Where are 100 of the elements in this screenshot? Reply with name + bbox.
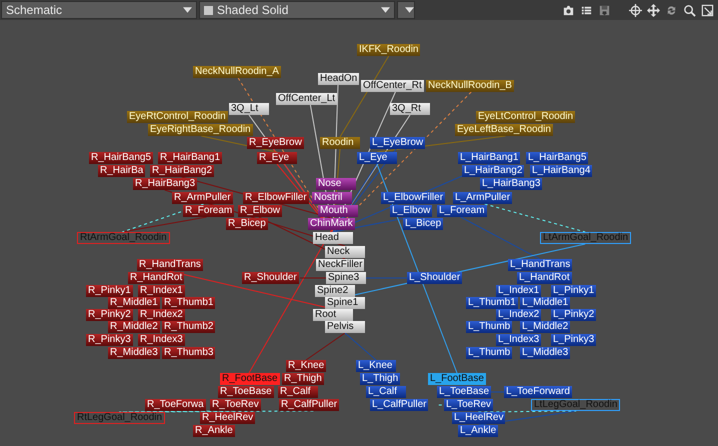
schematic-node[interactable]: L_ToeRev	[444, 399, 494, 411]
schematic-node[interactable]: R_Thumb2	[162, 321, 216, 333]
camera-icon[interactable]	[562, 4, 575, 16]
schematic-node[interactable]: R_Middle3	[108, 347, 160, 359]
schematic-node[interactable]: L_Index2	[496, 309, 542, 321]
schematic-node[interactable]: Nose	[316, 178, 356, 190]
schematic-node[interactable]: R_Knee	[286, 360, 326, 372]
schematic-node[interactable]: R_Elbow	[238, 205, 282, 217]
schematic-node[interactable]: R_HairBa	[98, 165, 146, 177]
schematic-node[interactable]: R_EyeBrow	[247, 137, 304, 149]
schematic-node[interactable]: L_ArmPuller	[453, 192, 512, 204]
schematic-node[interactable]: L_HairBang4	[530, 165, 592, 177]
schematic-node[interactable]: R_Middle2	[108, 321, 160, 333]
schematic-node[interactable]: R_HairBang5	[89, 152, 154, 164]
schematic-node[interactable]: R_Eye	[257, 152, 297, 164]
schematic-node[interactable]: R_HairBang1	[158, 152, 222, 164]
schematic-node[interactable]: R_Pinky1	[86, 285, 133, 297]
schematic-node[interactable]: L_Index1	[496, 285, 542, 297]
schematic-node[interactable]: L_HandTrans	[508, 259, 572, 271]
schematic-node[interactable]: 3Q_Lt	[229, 103, 269, 115]
schematic-node[interactable]: R_Bicep	[226, 218, 268, 230]
schematic-node[interactable]: OffCenter_Rt	[361, 80, 424, 92]
schematic-node[interactable]: R_ToeRev	[210, 399, 261, 411]
schematic-node[interactable]: R_ElbowFiller	[243, 192, 309, 204]
schematic-node[interactable]: R_Thumb3	[162, 347, 216, 359]
schematic-node[interactable]: EyeRightBase_Roodin	[148, 124, 253, 136]
schematic-node[interactable]: L_Pinky3	[551, 334, 596, 346]
schematic-node[interactable]: L_CalfPuller	[370, 399, 428, 411]
schematic-node[interactable]: L_FootBase	[428, 373, 486, 385]
schematic-node[interactable]: R_HeelRev	[200, 412, 256, 424]
schematic-node[interactable]: Roodin	[320, 137, 360, 149]
schematic-node[interactable]: L_Knee	[356, 360, 396, 372]
schematic-node[interactable]: Head	[313, 232, 353, 244]
schematic-node[interactable]: L_Shoulder	[407, 272, 462, 284]
schematic-node[interactable]: R_Index1	[138, 285, 185, 297]
zoom-icon[interactable]	[683, 4, 696, 16]
schematic-node[interactable]: L_Pinky2	[551, 309, 596, 321]
schematic-node[interactable]: Spine2	[315, 285, 355, 297]
schematic-node[interactable]: NeckFiller	[316, 259, 364, 271]
schematic-node[interactable]: R_CalfPuller	[279, 399, 340, 411]
schematic-node[interactable]: R_HairBang3	[133, 178, 198, 190]
schematic-node[interactable]: L_Pinky1	[551, 285, 596, 297]
schematic-node[interactable]: L_Thumb	[466, 321, 512, 333]
schematic-node[interactable]: Root	[313, 309, 353, 321]
schematic-node[interactable]: HeadOn	[318, 73, 360, 85]
schematic-node[interactable]: EyeRtControl_Roodin	[127, 111, 228, 123]
schematic-node[interactable]: L_ToeForward	[504, 386, 572, 398]
schematic-node[interactable]: L_Index3	[496, 334, 542, 346]
schematic-node[interactable]: L_Foream	[437, 205, 487, 217]
schematic-node[interactable]: R_Thumb1	[162, 297, 216, 309]
schematic-node[interactable]: L_Calf	[366, 386, 406, 398]
schematic-node[interactable]: EyeLtControl_Roodin	[476, 111, 576, 123]
schematic-node[interactable]: R_Middle1	[108, 297, 160, 309]
schematic-node[interactable]: R_Index2	[138, 309, 185, 321]
schematic-node[interactable]: R_HandRot	[128, 272, 184, 284]
schematic-node[interactable]: R_FootBase	[220, 373, 280, 385]
schematic-node[interactable]: L_HandRot	[517, 272, 572, 284]
schematic-node[interactable]: R_Ankle	[193, 425, 235, 437]
schematic-node[interactable]: R_Calf	[278, 386, 318, 398]
schematic-node[interactable]: L_Middle3	[520, 347, 570, 359]
schematic-node[interactable]: Spine1	[325, 297, 365, 309]
schematic-node[interactable]: L_ElbowFiller	[381, 192, 446, 204]
schematic-node[interactable]: R_Pinky3	[86, 334, 133, 346]
schematic-node[interactable]: L_HairBang2	[462, 165, 524, 177]
schematic-node[interactable]: L_Bicep	[403, 218, 444, 230]
schematic-node[interactable]: L_Elbow	[390, 205, 432, 217]
maximize-icon[interactable]	[701, 4, 714, 16]
schematic-node[interactable]: EyeLeftBase_Roodin	[455, 124, 553, 136]
schematic-node[interactable]: L_Middle2	[520, 321, 570, 333]
schematic-node[interactable]: Spine3	[326, 272, 366, 284]
schematic-node[interactable]: Pelvis	[325, 321, 365, 333]
schematic-node[interactable]: L_HairBang3	[480, 178, 542, 190]
schematic-node[interactable]: L_HeelRev	[452, 412, 506, 424]
schematic-node[interactable]: ChinMark	[308, 218, 355, 230]
schematic-node[interactable]: NeckNullRoodin_A	[193, 66, 281, 78]
schematic-node[interactable]: R_Shoulder	[242, 272, 299, 284]
schematic-node[interactable]: IKFK_Roodin	[357, 44, 420, 56]
schematic-node[interactable]: L_ToeBase	[437, 386, 492, 398]
schematic-node[interactable]: R_ToeBase	[218, 386, 274, 398]
schematic-node[interactable]: L_Thumb	[466, 347, 512, 359]
save-icon[interactable]	[598, 4, 611, 16]
schematic-node[interactable]: L_HairBang5	[526, 152, 588, 164]
view-dropdown[interactable]: Schematic	[1, 1, 197, 19]
move-icon[interactable]	[647, 4, 660, 16]
schematic-node[interactable]: L_Thigh	[360, 373, 400, 385]
schematic-node[interactable]: L_Ankle	[458, 425, 498, 437]
schematic-node[interactable]: L_Middle1	[520, 297, 570, 309]
schematic-node[interactable]: R_Thigh	[282, 373, 324, 385]
schematic-node[interactable]: L_EyeBrow	[370, 137, 426, 149]
shading-dropdown[interactable]: Shaded Solid	[199, 1, 395, 19]
schematic-node[interactable]: R_Foream	[183, 205, 234, 217]
schematic-node[interactable]: R_HandTrans	[137, 259, 203, 271]
schematic-node[interactable]: R_Pinky2	[86, 309, 133, 321]
schematic-node[interactable]: R_Index3	[138, 334, 185, 346]
schematic-node[interactable]: Mouth	[318, 205, 358, 217]
schematic-node[interactable]: R_ArmPuller	[172, 192, 233, 204]
schematic-node[interactable]: L_HairBang1	[458, 152, 520, 164]
options-dropdown-button[interactable]	[397, 1, 415, 19]
schematic-node[interactable]: L_Eye	[357, 152, 397, 164]
schematic-node[interactable]: R_ToeForwa	[145, 399, 206, 411]
